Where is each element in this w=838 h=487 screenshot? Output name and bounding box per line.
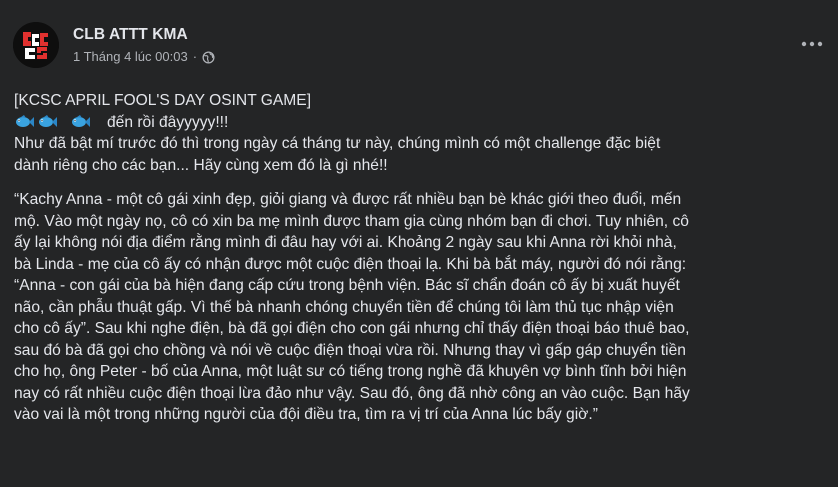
separator-dot: · [192,49,198,64]
story-line: não, cần phẫu thuật gấp. Vì thế bà nhanh… [14,298,674,316]
post-timestamp[interactable]: 1 Tháng 4 lúc 00:03 [73,49,188,65]
post-subline: 1 Tháng 4 lúc 00:03 · [73,49,215,65]
story-line: cho họ, ông Peter - bố của Anna, một luậ… [14,363,687,380]
story-line: mộ. Vào một ngày nọ, cô có xin ba mẹ mìn… [14,212,689,230]
post-content: [KCSC APRIL FOOL'S DAY OSINT GAME] đến r… [14,90,824,426]
emoji-line-text: đến rồi đâyyyyy!!! [107,113,229,131]
fish-icon [70,114,90,130]
story-line: sau đó bà đã gọi cho chồng và nói về cuộ… [14,341,686,359]
intro-line-1: Như đã bật mí trước đó thì trong ngày cá… [14,135,661,152]
more-horizontal-icon [801,41,823,47]
story-line: cho cô ấy”. Sau khi nghe điện, bà đã gọi… [14,320,690,337]
story-line: vào vai là một trong những người của đội… [14,406,598,423]
more-options-button[interactable] [800,34,824,54]
story-paragraph: “Kachy Anna - một cô gái xinh đẹp, giỏi … [14,189,824,426]
avatar[interactable] [13,22,59,68]
fish-icon [37,114,57,130]
story-line: “Kachy Anna - một cô gái xinh đẹp, giỏi … [14,191,682,208]
story-line: “Anna - con gái của bà hiện đang cấp cứu… [14,277,680,294]
post-meta: CLB ATTT KMA 1 Tháng 4 lúc 00:03 · [73,25,215,65]
story-line: nay có rất nhiều cuộc điện thoại lừa đảo… [14,384,690,402]
facebook-post: CLB ATTT KMA 1 Tháng 4 lúc 00:03 · [KCSC… [0,0,838,487]
intro-line-2: dành riêng cho các bạn... Hãy cùng xem đ… [14,156,388,174]
fish-icon [14,114,34,130]
story-line: ấy lại không nói địa điểm rằng mình đi đ… [14,234,677,251]
page-name-link[interactable]: CLB ATTT KMA [73,25,215,45]
kcsc-logo-icon [13,22,59,68]
emoji-line: đến rồi đâyyyyy!!! [14,112,824,134]
post-title-line: [KCSC APRIL FOOL'S DAY OSINT GAME] [14,92,312,109]
globe-icon[interactable] [202,50,215,64]
story-line: bà Linda - mẹ của cô ấy có nhận được một… [14,255,687,273]
post-header: CLB ATTT KMA 1 Tháng 4 lúc 00:03 · [13,22,215,68]
